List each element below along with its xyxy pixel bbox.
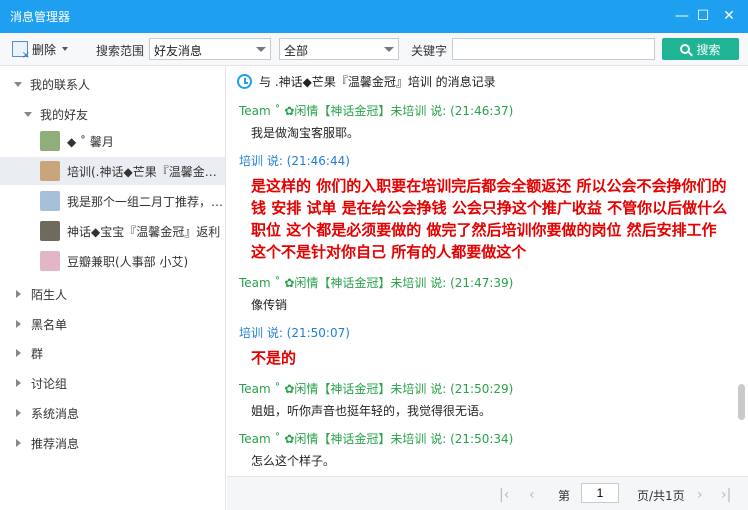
chevron-down-icon (14, 81, 22, 87)
message-text: 像传销 (251, 298, 288, 312)
scope-select-value: 好友消息 (154, 44, 203, 58)
close-icon[interactable]: ✕ (720, 7, 738, 25)
keyword-label: 关键字 (411, 44, 448, 58)
friend-item[interactable]: 我是那个一组二月丁推荐，… (0, 187, 225, 215)
search-label: 搜索 (696, 42, 721, 57)
message-text: 姐姐，听你声音也挺年轻的，我觉得很无语。 (251, 404, 492, 418)
page-suffix: 页/共1页 (637, 489, 685, 503)
friend-name: 豆瓣兼职(人事部 小艾) (67, 254, 189, 269)
pagination-bar: |‹ ‹ 第 页/共1页 › ›| (227, 476, 748, 510)
message-sender: Team ˚ ✿闲情【神话金冠】未培训 说: (21:47:39) (239, 276, 514, 290)
minimize-icon[interactable]: — (673, 7, 691, 25)
tree-node-label: 推荐消息 (31, 436, 80, 451)
delete-label: 删除 (32, 42, 57, 57)
tree-node-label: 陌生人 (31, 287, 68, 302)
friend-item[interactable]: 神话◆宝宝『温馨金冠』返利 (0, 217, 225, 245)
toolbar: 删除 搜索范围 好友消息 全部 关键字 搜索 (0, 33, 748, 66)
message-text: 我是做淘宝客服耶。 (251, 126, 360, 140)
chevron-right-icon (16, 379, 21, 387)
message-text: 怎么这个样子。 (251, 454, 336, 468)
message: Team ˚ ✿闲情【神话金冠】未培训 说: (21:50:29) 姐姐，听你声… (239, 380, 733, 419)
tree-node-label: 我的联系人 (30, 77, 91, 92)
tree-node-label: 我的好友 (40, 107, 89, 122)
friend-name: ◆ ˚ 馨月 (67, 134, 114, 149)
tree-node-label: 系统消息 (31, 406, 80, 421)
tree-node-label: 黑名单 (31, 317, 68, 332)
search-button[interactable]: 搜索 (662, 38, 739, 60)
message-sender: Team ˚ ✿闲情【神话金冠】未培训 说: (21:46:37) (239, 104, 514, 118)
tree-node-my-friends[interactable]: 我的好友 (0, 100, 225, 128)
friend-item[interactable]: ◆ ˚ 馨月 (0, 127, 225, 155)
message: Team ˚ ✿闲情【神话金冠】未培训 说: (21:50:34) 怎么这个样子… (239, 430, 733, 469)
avatar (40, 251, 60, 271)
range-select[interactable]: 全部 (279, 38, 399, 60)
first-page-icon[interactable]: |‹ (499, 487, 509, 503)
chevron-right-icon (16, 349, 21, 357)
message-text: 是这样的 你们的入职要在培训完后都会全额返还 所以公会不会挣你们的钱 安排 试单… (251, 177, 728, 261)
message-sender: Team ˚ ✿闲情【神话金冠】未培训 说: (21:50:34) (239, 432, 514, 446)
message-text: 不是的 (251, 349, 297, 367)
avatar (40, 191, 60, 211)
message: 培训 说: (21:50:07) 不是的 (239, 324, 733, 369)
page-prefix: 第 (558, 489, 571, 503)
message: 培训 说: (21:46:44) 是这样的 你们的入职要在培训完后都会全额返还 … (239, 152, 733, 263)
message-sender: 培训 说: (21:50:07) (239, 326, 350, 340)
friend-name: 培训(.神话◆芒果『温馨金冠』) (67, 164, 226, 179)
tree-node-label: 群 (31, 346, 44, 361)
keyword-input[interactable] (452, 38, 655, 60)
friend-item-selected[interactable]: 培训(.神话◆芒果『温馨金冠』) (0, 157, 226, 185)
delete-button[interactable]: 删除 (12, 39, 69, 61)
scope-label: 搜索范围 (96, 44, 145, 58)
chevron-right-icon (16, 320, 21, 328)
friend-name: 神话◆宝宝『温馨金冠』返利 (67, 224, 221, 239)
message-list: Team ˚ ✿闲情【神话金冠】未培训 说: (21:46:37) 我是做淘宝客… (239, 102, 733, 476)
chevron-right-icon (16, 439, 21, 447)
avatar (40, 131, 60, 151)
tree-node-label: 讨论组 (31, 376, 68, 391)
maximize-icon[interactable]: ☐ (694, 7, 712, 25)
next-page-icon[interactable]: › (697, 487, 703, 503)
chat-header: 与 .神话◆芒果『温馨金冠』培训 的消息记录 (227, 66, 748, 96)
chevron-right-icon (16, 409, 21, 417)
range-select-value: 全部 (284, 44, 309, 58)
message: Team ˚ ✿闲情【神话金冠】未培训 说: (21:46:37) 我是做淘宝客… (239, 102, 733, 141)
scroll-thumb[interactable] (738, 384, 745, 420)
tree-node-system-messages[interactable]: 系统消息 (0, 399, 225, 427)
last-page-icon[interactable]: ›| (721, 487, 731, 503)
avatar (40, 161, 60, 181)
tree-node-groups[interactable]: 群 (0, 339, 225, 367)
search-icon (680, 44, 691, 54)
chevron-down-icon (384, 47, 394, 52)
prev-page-icon[interactable]: ‹ (529, 487, 535, 503)
tree-node-blacklist[interactable]: 黑名单 (0, 310, 225, 338)
contacts-tree: 我的联系人 我的好友 ◆ ˚ 馨月 培训(.神话◆芒果『温馨金冠』) 我是那个一… (0, 66, 226, 510)
title-bar: 消息管理器 — ☐ ✕ (0, 0, 748, 33)
delete-icon (12, 41, 30, 61)
chevron-down-icon (256, 47, 266, 52)
message-scrollbar[interactable] (735, 66, 748, 476)
friend-name: 我是那个一组二月丁推荐，… (67, 194, 224, 209)
chevron-down-icon (62, 47, 69, 51)
scope-select[interactable]: 好友消息 (149, 38, 271, 60)
chevron-right-icon (16, 290, 21, 298)
tree-node-strangers[interactable]: 陌生人 (0, 280, 225, 308)
page-number-input[interactable] (581, 483, 619, 503)
avatar (40, 221, 60, 241)
tree-node-discussions[interactable]: 讨论组 (0, 369, 225, 397)
clock-icon (237, 73, 252, 89)
message-sender: 培训 说: (21:46:44) (239, 154, 350, 168)
window-title: 消息管理器 (10, 10, 71, 24)
message-log: 与 .神话◆芒果『温馨金冠』培训 的消息记录 Team ˚ ✿闲情【神话金冠】未… (227, 66, 748, 476)
tree-node-my-contacts[interactable]: 我的联系人 (0, 70, 225, 98)
friend-item[interactable]: 豆瓣兼职(人事部 小艾) (0, 247, 225, 275)
tree-node-recommended[interactable]: 推荐消息 (0, 429, 225, 457)
message: Team ˚ ✿闲情【神话金冠】未培训 说: (21:47:39) 像传销 (239, 274, 733, 313)
chevron-down-icon (24, 111, 32, 117)
message-sender: Team ˚ ✿闲情【神话金冠】未培训 说: (21:50:29) (239, 382, 514, 396)
chat-header-title: 与 .神话◆芒果『温馨金冠』培训 的消息记录 (259, 74, 496, 89)
